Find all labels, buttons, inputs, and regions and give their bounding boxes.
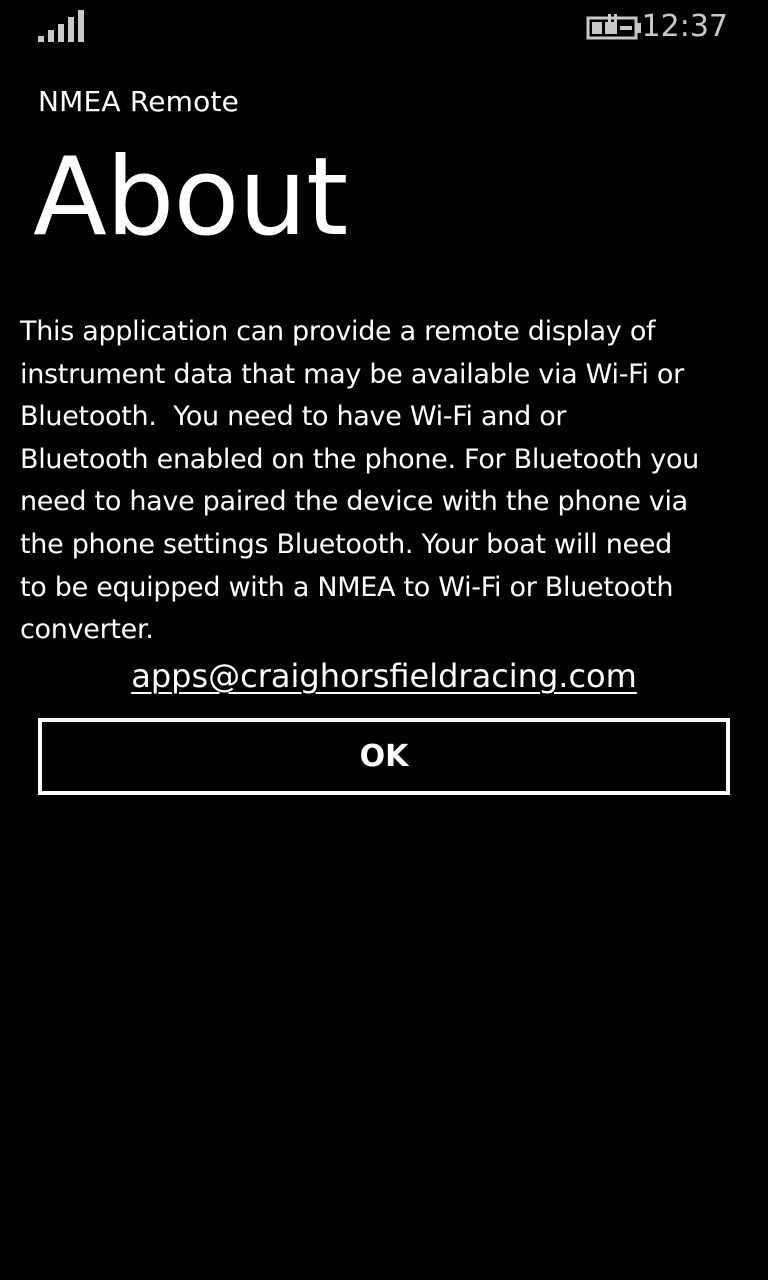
status-bar: 12:37: [0, 0, 768, 56]
ok-button[interactable]: OK: [38, 718, 730, 795]
cell-signal-icon: [38, 10, 84, 42]
clock: 12:37: [641, 9, 728, 44]
battery-charging-icon: [586, 14, 641, 40]
email-link[interactable]: apps@craighorsfieldracing.com: [0, 654, 768, 698]
page-title: About: [33, 135, 348, 260]
app-title: NMEA Remote: [38, 85, 240, 118]
about-description: This application can provide a remote di…: [20, 316, 699, 646]
